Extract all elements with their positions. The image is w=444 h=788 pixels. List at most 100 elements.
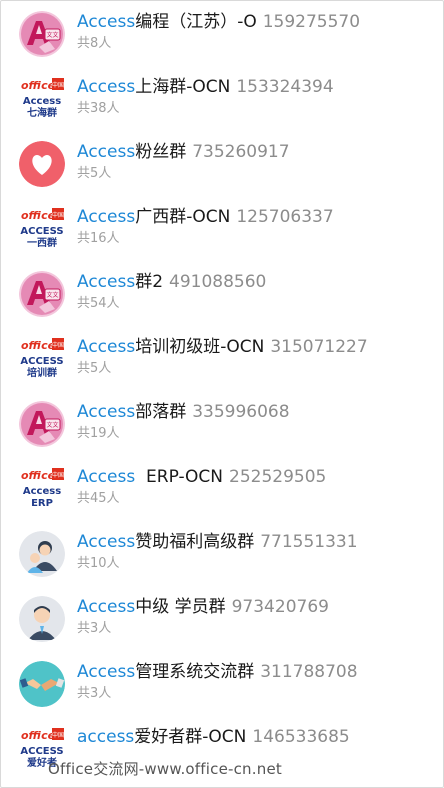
group-keyword: Access <box>77 467 136 487</box>
svg-text:office: office <box>21 79 56 92</box>
group-number: 153324394 <box>236 77 334 97</box>
svg-text:Access: Access <box>23 96 61 107</box>
group-list-item[interactable]: office 中国 ACCESS 一西群 Access广西群-OCN 125706… <box>1 196 443 261</box>
group-title: Access粉丝群 735260917 <box>77 141 290 163</box>
svg-text:中国: 中国 <box>52 731 64 739</box>
office-logo-icon: office 中国 Access ERP <box>19 466 65 512</box>
group-keyword: Access <box>77 12 136 32</box>
group-title: Access上海群-OCN 153324394 <box>77 76 334 98</box>
svg-text:Access: Access <box>23 486 61 497</box>
svg-text:office: office <box>21 209 56 222</box>
group-list-item[interactable]: Access粉丝群 735260917 共5人 <box>1 131 443 196</box>
group-name: 赞助福利高级群 <box>135 532 255 552</box>
svg-text:中国: 中国 <box>52 81 64 89</box>
group-number: 252529505 <box>229 467 327 487</box>
svg-text:ACCESS: ACCESS <box>20 746 63 757</box>
group-list-item[interactable]: 文文 Access部落群 335996068 共19人 <box>1 391 443 456</box>
group-number: 771551331 <box>260 532 358 552</box>
group-number: 335996068 <box>192 402 290 422</box>
group-number: 491088560 <box>169 272 267 292</box>
group-number: 315071227 <box>270 337 368 357</box>
group-list-item[interactable]: office 中国 Access ERP Access ERP-OCN 25252… <box>1 456 443 521</box>
group-name: 上海群-OCN <box>135 77 231 97</box>
group-name: 粉丝群 <box>135 142 187 162</box>
people-icon <box>19 531 65 577</box>
svg-text:ACCESS: ACCESS <box>20 226 63 237</box>
group-title: Access ERP-OCN 252529505 <box>77 466 326 488</box>
group-number: 311788708 <box>260 662 358 682</box>
group-keyword: Access <box>77 662 136 682</box>
group-number: 159275570 <box>262 12 361 32</box>
member-count: 共3人 <box>77 621 112 636</box>
group-name: ERP-OCN <box>135 467 224 487</box>
group-number: 735260917 <box>192 142 290 162</box>
member-count: 共3人 <box>77 686 112 701</box>
access-app-icon: 文文 <box>19 11 65 57</box>
svg-text:ACCESS: ACCESS <box>20 356 63 367</box>
group-list-item[interactable]: Access赞助福利高级群 771551331 共10人 <box>1 521 443 586</box>
group-keyword: Access <box>77 77 136 97</box>
group-name: 广西群-OCN <box>135 207 231 227</box>
group-number: 125706337 <box>236 207 334 227</box>
group-keyword: Access <box>77 532 136 552</box>
svg-text:中国: 中国 <box>52 211 64 219</box>
member-count: 共45人 <box>77 491 120 506</box>
group-number: 146533685 <box>252 727 350 747</box>
person-icon <box>19 596 65 642</box>
office-logo-icon: office 中国 Access 七海群 <box>19 76 65 122</box>
group-list-item[interactable]: Access中级 学员群 973420769 共3人 <box>1 586 443 651</box>
member-count: 共8人 <box>77 36 112 51</box>
office-logo-icon: office 中国 ACCESS 培训群 <box>19 336 65 382</box>
group-keyword: Access <box>77 402 136 422</box>
member-count: 共16人 <box>77 231 120 246</box>
svg-text:office: office <box>21 729 56 742</box>
member-count: 共54人 <box>77 296 120 311</box>
svg-text:office: office <box>21 339 56 352</box>
group-keyword: Access <box>77 337 136 357</box>
group-list-item[interactable]: office 中国 ACCESS 培训群 Access培训初级班-OCN 3150… <box>1 326 443 391</box>
watermark-text: Office交流网-www.office-cn.net <box>48 760 282 778</box>
group-list-panel: 文文 Access编程（江苏）-O 159275570 共8人 office 中国 … <box>0 0 444 788</box>
group-title: Access群2 491088560 <box>77 271 266 293</box>
group-name: 中级 学员群 <box>135 597 226 617</box>
group-keyword: access <box>77 727 135 747</box>
svg-text:文文: 文文 <box>46 421 58 429</box>
group-keyword: Access <box>77 597 136 617</box>
access-app-icon: 文文 <box>19 401 65 447</box>
svg-text:ERP: ERP <box>31 498 53 509</box>
group-list-item[interactable]: 文文 Access编程（江苏）-O 159275570 共8人 <box>1 1 443 66</box>
svg-text:中国: 中国 <box>52 471 64 479</box>
group-number: 973420769 <box>231 597 329 617</box>
group-title: Access培训初级班-OCN 315071227 <box>77 336 368 358</box>
group-keyword: Access <box>77 142 136 162</box>
group-name: 编程（江苏）-O <box>135 12 257 32</box>
group-title: Access部落群 335996068 <box>77 401 290 423</box>
svg-text:一西群: 一西群 <box>27 236 57 249</box>
group-name: 培训初级班-OCN <box>135 337 265 357</box>
member-count: 共10人 <box>77 556 120 571</box>
group-title: Access赞助福利高级群 771551331 <box>77 531 358 553</box>
group-list-item[interactable]: 文文 Access群2 491088560 共54人 <box>1 261 443 326</box>
access-app-icon: 文文 <box>19 271 65 317</box>
group-title: Access中级 学员群 973420769 <box>77 596 329 618</box>
svg-text:培训群: 培训群 <box>27 366 57 379</box>
group-title: Access管理系统交流群 311788708 <box>77 661 358 683</box>
group-keyword: Access <box>77 272 136 292</box>
office-logo-icon: office 中国 ACCESS 一西群 <box>19 206 65 252</box>
group-title: Access广西群-OCN 125706337 <box>77 206 334 228</box>
svg-text:七海群: 七海群 <box>27 106 57 119</box>
member-count: 共38人 <box>77 101 120 116</box>
svg-text:office: office <box>21 469 56 482</box>
group-list-item[interactable]: Access管理系统交流群 311788708 共3人 <box>1 651 443 716</box>
svg-text:文文: 文文 <box>46 291 58 299</box>
svg-text:文文: 文文 <box>46 31 58 39</box>
handshake-icon <box>19 661 65 707</box>
group-list-item[interactable]: office 中国 Access 七海群 Access上海群-OCN 153324… <box>1 66 443 131</box>
group-name: 管理系统交流群 <box>135 662 255 682</box>
group-name: 爱好者群-OCN <box>134 727 247 747</box>
heart-icon <box>19 141 65 187</box>
member-count: 共5人 <box>77 361 112 376</box>
group-keyword: Access <box>77 207 136 227</box>
group-title: Access编程（江苏）-O 159275570 <box>77 11 360 33</box>
group-name: 部落群 <box>135 402 187 422</box>
